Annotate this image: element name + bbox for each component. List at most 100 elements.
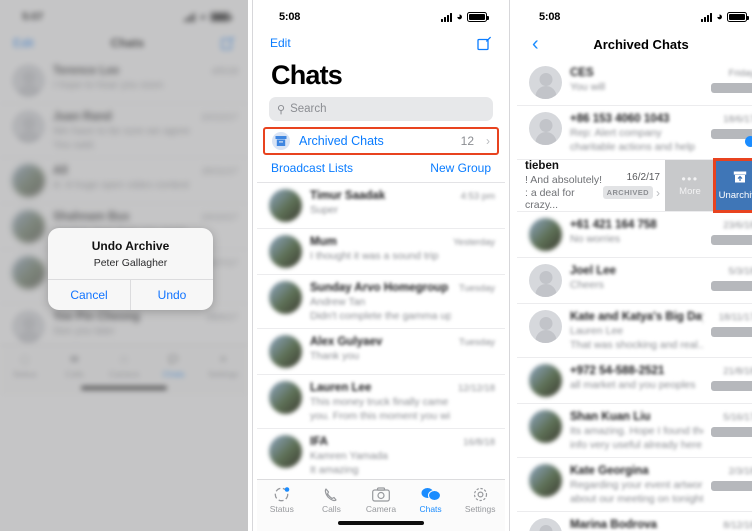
chat-timestamp: Yesterday — [453, 237, 495, 248]
chat-preview: Cheers — [570, 279, 604, 291]
chat-item-body: Timur Saadak Super — [310, 189, 453, 222]
chat-timestamp: 4:53 pm — [460, 191, 495, 202]
chat-list-item[interactable]: Shan Kuan Liu Its amazing. Hope I found t… — [517, 404, 752, 458]
chat-list-top[interactable]: CES You will Friday +86 153 4060 1043 Rep: A… — [517, 60, 752, 160]
chat-item-meta: 21/8/18 — [711, 364, 752, 397]
unarchive-button[interactable]: Unarchive — [713, 158, 752, 213]
tab-label: Chats — [419, 504, 442, 514]
chat-item-meta: 5/3/18 — [711, 264, 752, 297]
chat-preview-secondary: Didn't complete the gamma up a — [310, 310, 451, 322]
chat-list-item[interactable]: +86 153 4060 1043 Rep: Alert company chari… — [517, 106, 752, 160]
chat-list-item[interactable]: Joel Lee Cheers 5/3/18 — [517, 258, 752, 304]
chat-name: Lauren Lee — [310, 382, 372, 394]
chevron-left-icon[interactable]: ‹ — [530, 34, 539, 54]
tab-camera[interactable]: Camera — [356, 485, 406, 514]
chat-item-meta: 5/16/17 — [711, 410, 752, 451]
tab-status[interactable]: Status — [257, 485, 307, 514]
cancel-button[interactable]: Cancel — [48, 280, 130, 310]
status-time: 5:08 — [539, 11, 561, 23]
chat-preview-secondary: about our meeting on tonight — [570, 493, 703, 505]
chat-list-item[interactable]: Mum I thought it was a sound trip Yesterda… — [257, 229, 505, 275]
archived-chats-entry[interactable]: Archived Chats 12 › — [263, 127, 499, 155]
chat-list-item[interactable]: CES You will Friday — [517, 60, 752, 106]
chat-preview-secondary: charitable actions and help — [570, 141, 695, 153]
chat-item-body: Sunday Arvo Homegroup Andrew Tan Didn't co… — [310, 281, 451, 322]
status-icon — [257, 485, 307, 504]
chat-name: +972 54-588-2521 — [570, 365, 665, 377]
swipe-action-row[interactable]: tieben ! And absolutely! : a deal for cr… — [517, 158, 752, 213]
chat-timestamp: 16/2/17 — [626, 171, 660, 183]
archive-box-icon — [272, 132, 290, 150]
undo-button[interactable]: Undo — [130, 280, 213, 310]
chat-timestamp: 5/3/18 — [728, 266, 752, 277]
chat-item-meta: 18/11/17 — [711, 310, 752, 351]
chat-timestamp: 2/3/18 — [728, 466, 752, 477]
chat-name: tieben — [525, 160, 559, 172]
panel-chats-list: 5:08 ◕ Edit Chats ⚲ Search Archived Chat… — [257, 0, 505, 531]
tab-settings[interactable]: Settings — [455, 485, 505, 514]
chat-item-body: Lauren Lee This money truck finally came … — [310, 381, 450, 422]
chat-list-item[interactable]: Timur Saadak Super 4:53 pm — [257, 183, 505, 229]
home-indicator — [338, 521, 424, 525]
swipe-row-content[interactable]: tieben ! And absolutely! : a deal for cr… — [517, 160, 665, 211]
chat-timestamp: 5/16/17 — [723, 412, 752, 423]
dialog-header: Undo Archive Peter Gallagher — [48, 228, 213, 279]
screenshot-root: 5:07 ◕ Edit Chats Terence LeeI hope to h… — [0, 0, 752, 531]
chat-preview: I thought it was a sound trip — [310, 250, 439, 262]
chat-list-bottom[interactable]: +61 421 164 758 No worries 23/6/18 Joel Lee… — [517, 212, 752, 531]
chat-preview: Andrew Tan — [310, 296, 366, 308]
status-badge: ARCHIVED — [602, 186, 653, 199]
chat-preview: Lauren Lee — [570, 325, 624, 337]
tab-calls[interactable]: Calls — [307, 485, 357, 514]
search-input[interactable]: ⚲ Search — [269, 97, 493, 121]
avatar — [269, 435, 302, 468]
chat-list-item[interactable]: Sunday Arvo Homegroup Andrew Tan Didn't co… — [257, 275, 505, 329]
chat-name: Shan Kuan Liu — [570, 411, 651, 423]
compose-icon[interactable] — [477, 36, 492, 51]
chat-item-meta: 12/12/18 — [458, 381, 495, 422]
chat-list-item[interactable]: Kate Georgina Regarding your event artwor… — [517, 458, 752, 512]
more-button[interactable]: ••• More — [665, 160, 715, 211]
chat-timestamp: 12/12/18 — [458, 383, 495, 394]
chat-item-body: Shan Kuan Liu Its amazing. Hope I found t… — [570, 410, 703, 451]
ellipsis-icon: ••• — [681, 171, 699, 186]
avatar — [529, 66, 562, 99]
chat-list-item[interactable]: +972 54-588-2521 all market and you peopl… — [517, 358, 752, 404]
signal-bars-icon — [701, 12, 713, 22]
chat-item-meta: Tuesday — [459, 281, 495, 322]
chat-name: Alex Gulyaev — [310, 336, 383, 348]
chat-list-item[interactable]: Alex Gulyaev Thank you Tuesday — [257, 329, 505, 375]
nav-bar: Edit — [257, 28, 505, 58]
chat-list-item[interactable]: Lauren Lee This money truck finally came … — [257, 375, 505, 429]
chat-item-meta: 8/12/18 — [711, 518, 752, 531]
chat-list-item[interactable]: Kate and Katya's Big Day Lauren Lee That w… — [517, 304, 752, 358]
dialog-title: Undo Archive — [91, 239, 170, 253]
chat-list-item[interactable]: IFA Kamren Yamada It amazing 16/8/18 — [257, 429, 505, 483]
chat-name: Kate Georgina — [570, 465, 649, 477]
tab-bar[interactable]: Status Calls Camera Chats Settings — [257, 479, 505, 531]
badge-line: ARCHIVED › — [602, 186, 660, 200]
chat-preview: Its amazing. Hope I found the — [570, 425, 703, 437]
search-icon: ⚲ — [277, 103, 286, 116]
unarchive-label: Unarchive — [718, 190, 752, 201]
chat-preview: This money truck finally came to — [310, 396, 451, 408]
panel-undo-archive: 5:07 ◕ Edit Chats Terence LeeI hope to h… — [0, 0, 248, 531]
undo-archive-dialog[interactable]: Undo Archive Peter Gallagher Cancel Undo — [48, 228, 213, 310]
new-group-button[interactable]: New Group — [430, 161, 491, 175]
broadcast-lists-button[interactable]: Broadcast Lists — [271, 161, 353, 175]
chat-list-item[interactable]: +61 421 164 758 No worries 23/6/18 — [517, 212, 752, 258]
tab-chats[interactable]: Chats — [406, 485, 456, 514]
chat-name: Kate and Katya's Big Day — [570, 311, 703, 323]
edit-button[interactable]: Edit — [270, 36, 291, 50]
chat-item-body: IFA Kamren Yamada It amazing — [310, 435, 455, 476]
chat-item-body: Marina BodrovaWe can cancel that jobSo c… — [570, 518, 703, 531]
chat-name: Sunday Arvo Homegroup — [310, 282, 449, 294]
chat-item-meta: 4:53 pm — [461, 189, 495, 222]
chat-preview-line2: : a deal for crazy... — [525, 187, 575, 211]
chat-list[interactable]: Timur Saadak Super 4:53 pm Mum I thought it … — [257, 183, 505, 529]
swipe-row-meta: 16/2/17 ARCHIVED › — [602, 171, 660, 200]
avatar — [529, 518, 562, 531]
chat-list-item[interactable]: Marina BodrovaWe can cancel that jobSo c… — [517, 512, 752, 531]
signal-bars-icon — [441, 12, 453, 22]
avatar — [269, 335, 302, 368]
